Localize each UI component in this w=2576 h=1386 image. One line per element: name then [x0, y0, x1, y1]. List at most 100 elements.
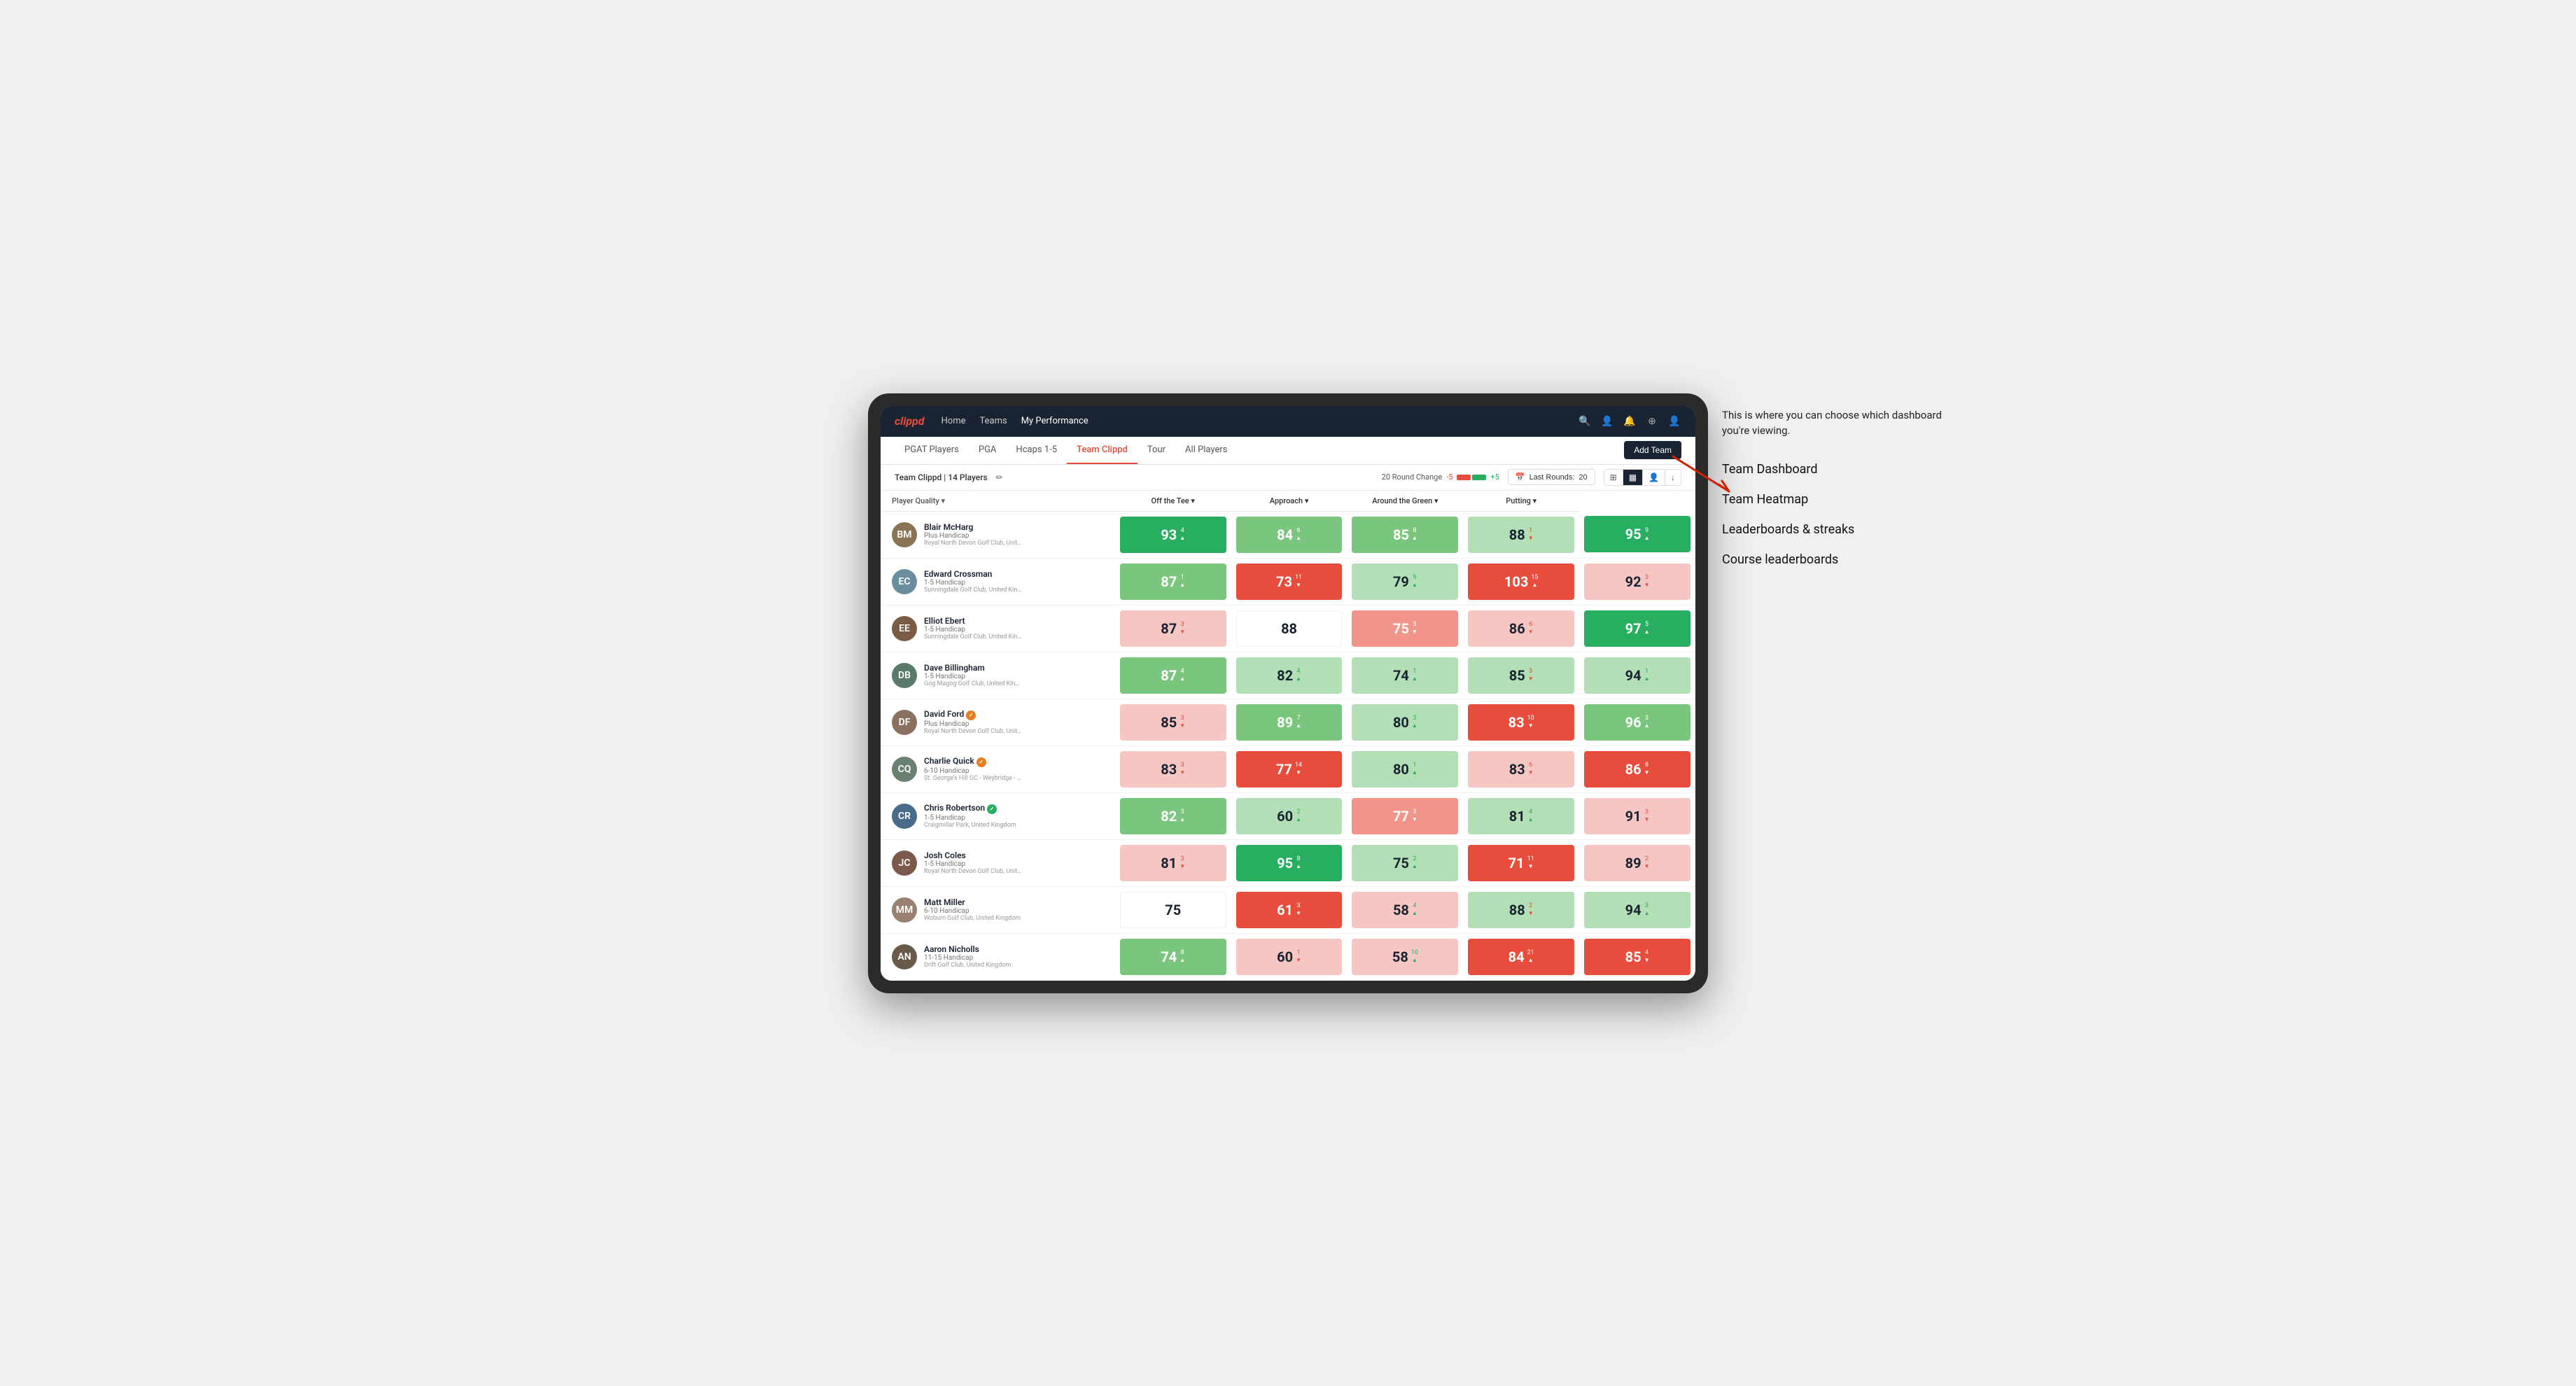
sub-nav: PGAT Players PGA Hcaps 1-5 Team Clippd T… [881, 437, 1695, 465]
score-value: 60 [1277, 808, 1293, 825]
nav-my-performance[interactable]: My Performance [1021, 416, 1088, 426]
score-cell-4-3: 83 10 ▼ [1463, 699, 1579, 746]
score-change: 2 ▲ [1296, 808, 1301, 822]
column-player[interactable]: Player Quality ▾ [881, 491, 1115, 512]
score-box: 61 3 ▼ [1236, 892, 1343, 928]
profile-icon[interactable]: 👤 [1600, 416, 1614, 427]
view-heatmap-button[interactable]: ▦ [1623, 470, 1643, 485]
annotation-menu-list: Team Dashboard Team Heatmap Leaderboards… [1722, 460, 1946, 569]
score-change: 1 ▲ [1644, 668, 1650, 682]
score-value: 85 [1625, 948, 1642, 965]
score-value: 97 [1625, 620, 1642, 637]
score-change: 6 ▲ [1296, 527, 1301, 541]
score-value: 94 [1625, 667, 1642, 684]
player-avatar: EC [892, 569, 917, 594]
nav-teams[interactable]: Teams [979, 416, 1007, 426]
player-club: Sunningdale Golf Club, United Kingdom [924, 587, 1022, 594]
score-cell-5-3: 83 6 ▼ [1463, 746, 1579, 792]
score-value: 95 [1625, 526, 1642, 542]
view-grid-button[interactable]: ⊞ [1604, 470, 1623, 485]
view-person-button[interactable]: 👤 [1643, 470, 1665, 485]
score-change: 3 ▼ [1180, 855, 1185, 869]
subnav-hcaps[interactable]: Hcaps 1-5 [1006, 436, 1067, 464]
score-box: 75 2 ▲ [1352, 845, 1458, 881]
score-box: 83 6 ▼ [1468, 751, 1574, 788]
column-approach[interactable]: Approach ▾ [1231, 491, 1348, 512]
score-box: 85 3 ▼ [1468, 657, 1574, 694]
column-around-green[interactable]: Around the Green ▾ [1347, 491, 1463, 512]
notification-icon[interactable]: 🔔 [1623, 416, 1637, 427]
subnav-pgat[interactable]: PGAT Players [895, 436, 969, 464]
player-cell-6[interactable]: CR Chris Robertson✓ 1-5 Handicap Craigmi… [881, 792, 1115, 839]
view-download-button[interactable]: ↓ [1665, 470, 1681, 485]
score-change: 6 ▼ [1528, 762, 1534, 776]
player-cell-3[interactable]: DB Dave Billingham 1-5 Handicap Gog Mago… [881, 652, 1115, 699]
score-change: 3 ▼ [1644, 574, 1650, 588]
search-icon[interactable]: 🔍 [1578, 416, 1592, 427]
player-name: Aaron Nicholls [924, 944, 1011, 954]
subnav-tour[interactable]: Tour [1138, 436, 1175, 464]
score-box: 89 7 ▲ [1236, 704, 1343, 741]
score-value: 75 [1393, 620, 1409, 637]
score-cell-9-3: 84 21 ▲ [1463, 933, 1579, 980]
player-cell-9[interactable]: AN Aaron Nicholls 11-15 Handicap Drift G… [881, 933, 1115, 980]
player-cell-2[interactable]: EE Elliot Ebert 1-5 Handicap Sunningdale… [881, 605, 1115, 652]
score-box: 96 3 ▲ [1584, 704, 1690, 741]
player-cell-4[interactable]: DF David Ford✓ Plus Handicap Royal North… [881, 699, 1115, 746]
subnav-pga[interactable]: PGA [969, 436, 1007, 464]
last-rounds-button[interactable]: 📅 Last Rounds: 20 [1508, 469, 1595, 485]
score-box: 85 8 ▲ [1352, 517, 1458, 553]
player-cell-0[interactable]: BM Blair McHarg Plus Handicap Royal Nort… [881, 511, 1115, 558]
score-change: 3 ▼ [1180, 715, 1185, 729]
score-cell-3-2: 74 1 ▲ [1347, 652, 1463, 699]
add-team-button[interactable]: Add Team [1624, 441, 1681, 459]
score-change: 3 ▼ [1528, 668, 1534, 682]
player-avatar: JC [892, 850, 917, 876]
user-avatar-icon[interactable]: 👤 [1667, 416, 1681, 427]
score-box: 85 3 ▼ [1120, 704, 1226, 741]
column-off-tee[interactable]: Off the Tee ▾ [1115, 491, 1231, 512]
score-value: 74 [1161, 948, 1177, 965]
player-name: Chris Robertson✓ [924, 803, 1016, 814]
logo[interactable]: clippd [895, 414, 925, 428]
calendar-icon: 📅 [1516, 472, 1525, 482]
annotation-item-1: Team Dashboard [1722, 460, 1946, 479]
tablet-screen: clippd Home Teams My Performance 🔍 👤 🔔 ⊕… [881, 406, 1695, 981]
player-cell-1[interactable]: EC Edward Crossman 1-5 Handicap Sunningd… [881, 558, 1115, 605]
player-name: David Ford✓ [924, 709, 1022, 720]
player-info: Aaron Nicholls 11-15 Handicap Drift Golf… [924, 944, 1011, 969]
player-table: Player Quality ▾ Off the Tee ▾ Approach … [881, 491, 1695, 981]
score-cell-6-2: 77 3 ▼ [1347, 792, 1463, 839]
subnav-all-players[interactable]: All Players [1175, 436, 1237, 464]
score-box: 97 5 ▲ [1584, 610, 1690, 647]
player-cell-5[interactable]: CQ Charlie Quick✓ 6-10 Handicap St. Geor… [881, 746, 1115, 792]
score-cell-0-4: 95 9 ▲ [1579, 511, 1695, 558]
player-handicap: 1-5 Handicap [924, 673, 1022, 680]
edit-icon[interactable]: ✏ [996, 472, 1003, 482]
score-box: 71 11 ▼ [1468, 845, 1574, 881]
player-info: Josh Coles 1-5 Handicap Royal North Devo… [924, 850, 1022, 875]
score-change: 3 ▲ [1412, 715, 1418, 729]
column-putting[interactable]: Putting ▾ [1463, 491, 1579, 512]
score-change: 4 ▲ [1412, 902, 1418, 916]
score-cell-7-4: 89 2 ▼ [1579, 839, 1695, 886]
player-avatar: CR [892, 804, 917, 829]
score-cell-2-3: 86 6 ▼ [1463, 605, 1579, 652]
player-handicap: 1-5 Handicap [924, 814, 1016, 822]
score-cell-6-1: 60 2 ▲ [1231, 792, 1348, 839]
settings-icon[interactable]: ⊕ [1645, 416, 1659, 427]
score-cell-7-1: 95 8 ▲ [1231, 839, 1348, 886]
score-box: 88 1 ▼ [1468, 517, 1574, 553]
score-cell-6-3: 81 4 ▲ [1463, 792, 1579, 839]
score-value: 83 [1508, 714, 1525, 731]
score-value: 58 [1393, 902, 1409, 918]
table-row: CQ Charlie Quick✓ 6-10 Handicap St. Geor… [881, 746, 1695, 792]
player-cell-7[interactable]: JC Josh Coles 1-5 Handicap Royal North D… [881, 839, 1115, 886]
player-name: Josh Coles [924, 850, 1022, 860]
player-cell-8[interactable]: MM Matt Miller 6-10 Handicap Woburn Golf… [881, 886, 1115, 933]
score-change: 3 ▼ [1412, 808, 1418, 822]
nav-home[interactable]: Home [941, 416, 966, 426]
score-box: 84 21 ▲ [1468, 939, 1574, 975]
subnav-team-clippd[interactable]: Team Clippd [1067, 436, 1138, 464]
score-box: 74 1 ▲ [1352, 657, 1458, 694]
